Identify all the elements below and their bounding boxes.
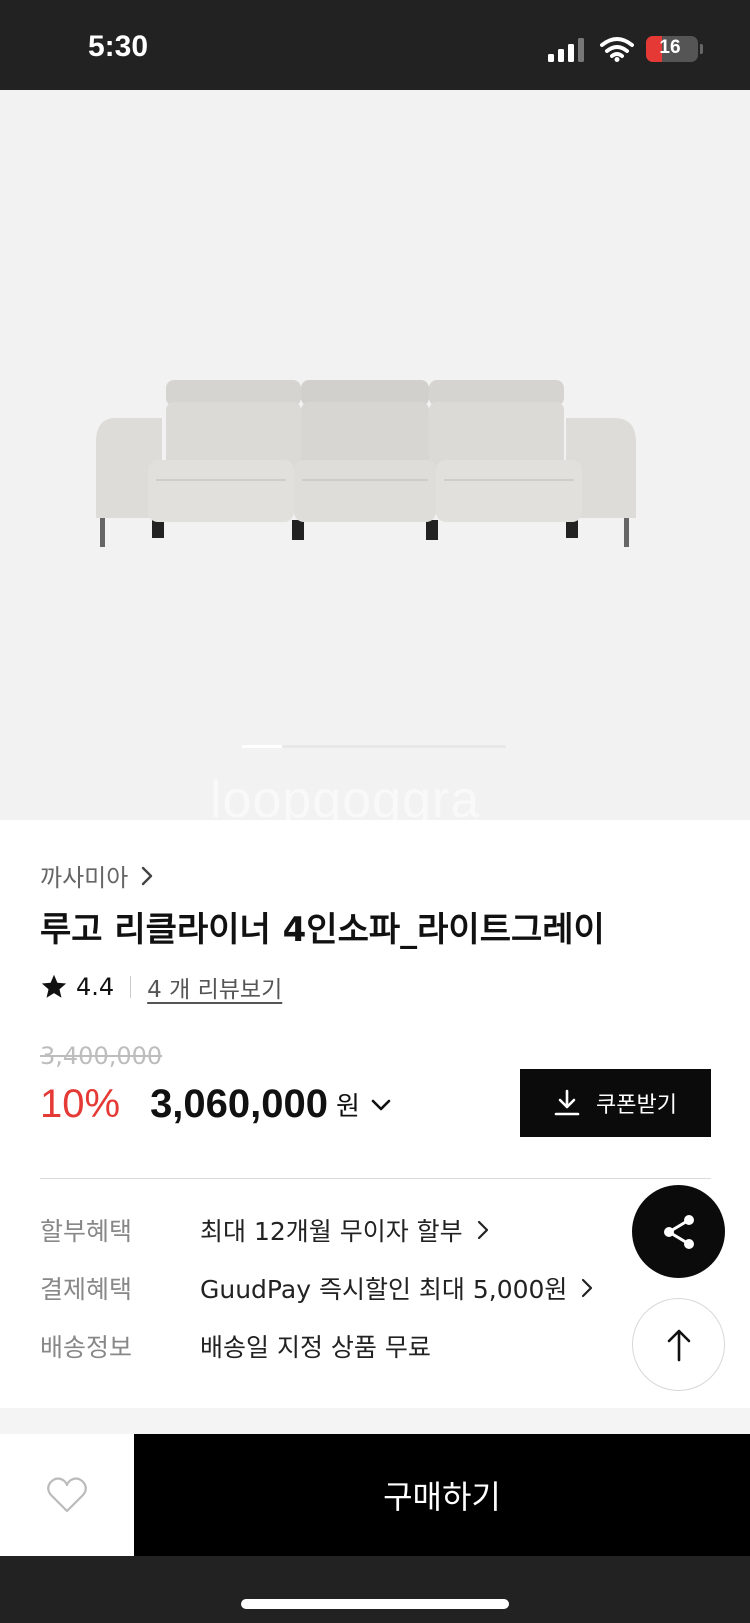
- benefit-payment[interactable]: 결제혜택 GuudPay 즉시할인 최대 5,000원: [40, 1270, 593, 1306]
- original-price: 3,400,000: [40, 1042, 163, 1070]
- discount-rate: 10%: [40, 1082, 121, 1126]
- carousel-progress-track: [242, 745, 506, 748]
- arrow-up-icon: [667, 1329, 690, 1361]
- rating-divider: [130, 976, 132, 998]
- currency-label: 원: [336, 1092, 360, 1122]
- heart-icon: [47, 1477, 87, 1513]
- battery-charging-icon: 16: [646, 36, 698, 62]
- rating-row: 4.4 4 개 리뷰보기: [40, 970, 282, 1004]
- share-icon: [663, 1214, 694, 1249]
- wishlist-button[interactable]: [0, 1434, 134, 1556]
- chevron-right-icon: [582, 1278, 593, 1298]
- chevron-right-icon: [477, 1220, 488, 1240]
- benefit-label: 결제혜택: [40, 1275, 133, 1304]
- benefit-value: 배송일 지정 상품 무료: [200, 1333, 431, 1362]
- sofa-product-image: [96, 380, 636, 547]
- benefit-installment[interactable]: 할부혜택 최대 12개월 무이자 할부: [40, 1212, 489, 1248]
- status-time: 5:30: [88, 30, 149, 63]
- signal-icon: [548, 38, 584, 62]
- benefit-label: 배송정보: [40, 1333, 133, 1362]
- bottom-action-bar: 구매하기: [0, 1434, 750, 1556]
- home-indicator[interactable]: [241, 1599, 509, 1609]
- benefit-label: 할부혜택: [40, 1217, 133, 1246]
- product-image-carousel[interactable]: loopgoggra: [0, 90, 750, 820]
- home-indicator-area: [0, 1556, 750, 1623]
- review-link[interactable]: 4 개 리뷰보기: [147, 970, 282, 1004]
- chevron-down-icon[interactable]: [370, 1098, 392, 1112]
- brand-link[interactable]: 까사미아: [40, 858, 154, 893]
- benefit-delivery: 배송정보 배송일 지정 상품 무료: [40, 1328, 431, 1364]
- benefit-value: 최대 12개월 무이자 할부: [200, 1217, 463, 1246]
- battery-level: 16: [659, 37, 681, 58]
- benefit-value: GuudPay 즉시할인 최대 5,000원: [200, 1275, 568, 1304]
- status-bar: 5:30 16: [0, 0, 750, 90]
- brand-name: 까사미아: [40, 864, 129, 892]
- coupon-download-button[interactable]: 쿠폰받기: [520, 1069, 711, 1137]
- section-gap: [0, 1408, 750, 1434]
- share-button[interactable]: [632, 1185, 725, 1278]
- scroll-to-top-button[interactable]: [632, 1298, 725, 1391]
- download-icon: [554, 1089, 580, 1116]
- coupon-button-label: 쿠폰받기: [596, 1093, 677, 1118]
- battery-nub: [700, 44, 703, 54]
- sale-price: 3,060,000: [150, 1082, 329, 1126]
- section-divider: [40, 1178, 711, 1179]
- product-title: 루고 리클라이너 4인소파_라이트그레이: [40, 910, 605, 950]
- wifi-icon: [600, 37, 634, 62]
- carousel-progress-indicator: [242, 745, 282, 748]
- buy-button[interactable]: 구매하기: [134, 1434, 750, 1556]
- chevron-right-icon: [142, 866, 153, 885]
- star-icon: [41, 974, 67, 998]
- rating-value: 4.4: [76, 973, 115, 1001]
- price-row[interactable]: 10% 3,060,000 원: [40, 1082, 392, 1127]
- image-watermark: loopgoggra: [210, 771, 481, 820]
